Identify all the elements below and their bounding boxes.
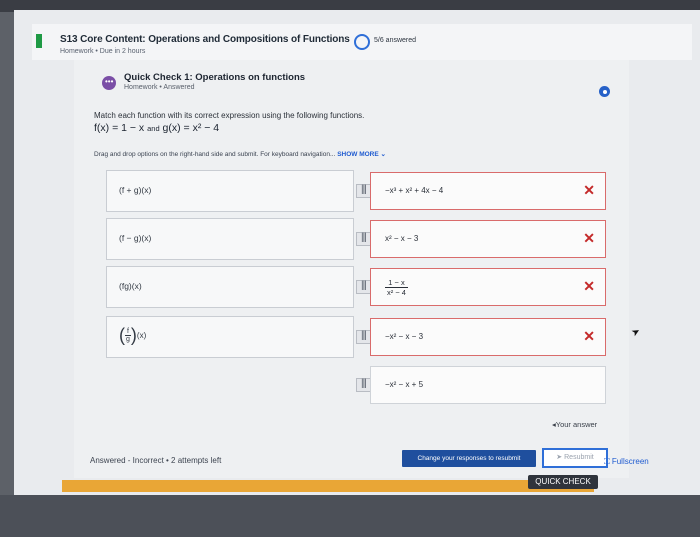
header-accent-bar [36,34,42,48]
fraction-numerator: 1 − x [385,278,408,288]
answer-text: −x² − x + 5 [385,380,424,389]
expand-icon: ⛶ [604,457,610,466]
answer-text: −x² − x − 3 [385,332,424,341]
drag-hint: Drag and drop options on the right-hand … [94,151,386,158]
and-word: and [147,124,160,133]
expression-label: ( f g ) (x) [119,325,147,345]
show-more-link[interactable]: SHOW MORE ⌄ [337,151,386,158]
answer-option-5[interactable]: −x² − x + 5 [370,366,606,404]
answer-option-3[interactable]: 1 − x x² − 4 ✕ [370,268,606,306]
answer-text: x² − x − 3 [385,234,419,243]
progress-text: 5/6 answered [374,37,417,44]
expression-label: (fg)(x) [119,281,142,291]
quick-check-icon: ••• [102,76,116,90]
mouse-cursor-icon: ➤ [629,325,643,340]
progress-ring-icon [354,34,370,50]
assignment-subtitle: Homework • Due in 2 hours [60,48,146,55]
screen: S13 Core Content: Operations and Composi… [14,10,700,495]
quick-check-button[interactable]: QUICK CHECK [528,475,598,489]
match-target-2: (f − g)(x) [106,218,354,260]
answer-option-2[interactable]: x² − x − 3 ✕ [370,220,606,258]
assignment-title[interactable]: S13 Core Content: Operations and Composi… [60,34,350,45]
function-definitions: f(x) = 1 − x and g(x) = x² − 4 [94,122,219,134]
instruction-text: Match each function with its correct exp… [94,111,365,120]
match-target-4: ( f g ) (x) [106,316,354,358]
incorrect-x-icon: ✕ [583,230,595,246]
change-responses-button[interactable]: Change your responses to resubmit [402,450,536,467]
answer-option-4[interactable]: −x² − x − 3 ✕ [370,318,606,356]
incorrect-x-icon: ✕ [583,328,595,344]
assignment-header: S13 Core Content: Operations and Composi… [32,24,692,60]
fullscreen-button[interactable]: ⛶ Fullscreen [604,457,649,467]
match-target-1: (f + g)(x) [106,170,354,212]
question-title: Quick Check 1: Operations on functions [124,72,306,83]
f-definition: f(x) = 1 − x [94,122,145,134]
send-icon: ➤ [556,454,563,461]
g-definition: g(x) = x² − 4 [162,122,220,134]
answer-text: −x³ + x² + 4x − 4 [385,186,444,195]
question-card: ••• Quick Check 1: Operations on functio… [74,60,629,478]
quick-check-progress-bar [62,480,594,492]
submission-status: Answered - Incorrect • 2 attempts left [90,456,222,465]
expression-label: (f + g)(x) [119,185,152,195]
question-subtitle: Homework • Answered [124,84,195,91]
monitor-bezel-bottom [0,495,700,537]
resubmit-button[interactable]: ➤ Resubmit [542,448,608,468]
fraction-denominator: x² − 4 [387,288,406,297]
incorrect-x-icon: ✕ [583,182,595,198]
answer-fraction: 1 − x x² − 4 [385,278,408,297]
match-target-3: (fg)(x) [106,266,354,308]
expression-label: (f − g)(x) [119,233,152,243]
your-answer-label: ◂Your answer [552,420,598,429]
answer-option-1[interactable]: −x³ + x² + 4x − 4 ✕ [370,172,606,210]
info-icon[interactable] [599,86,610,97]
incorrect-x-icon: ✕ [583,278,595,294]
